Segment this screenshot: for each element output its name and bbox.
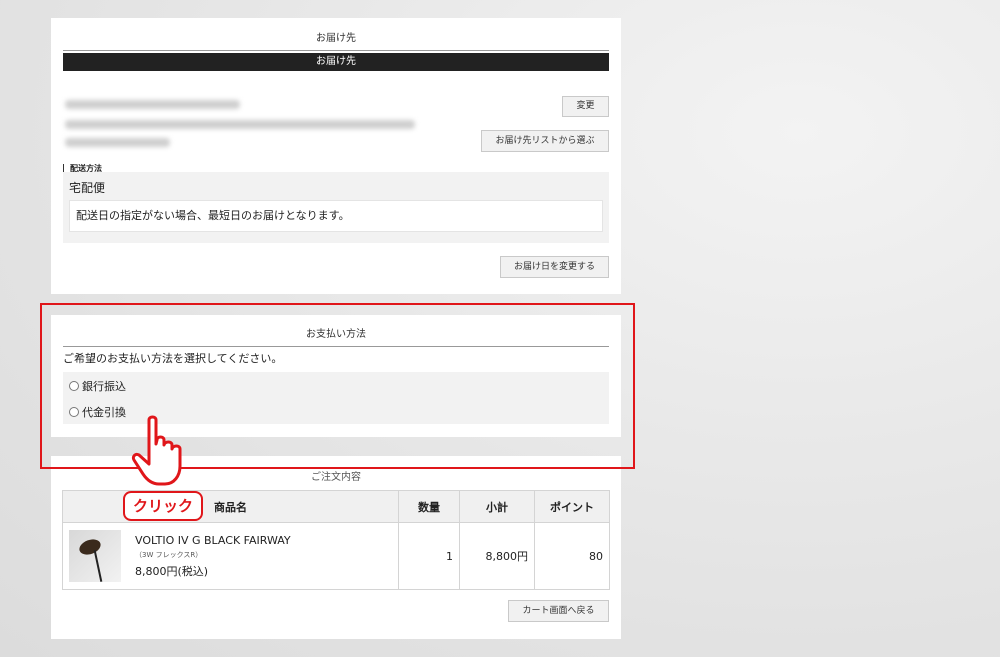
pointing-hand-icon xyxy=(131,415,182,486)
shipping-method-value: 宅配便 xyxy=(69,181,106,195)
payment-section-title: お支払い方法 xyxy=(63,325,609,347)
product-price: 8,800円(税込) xyxy=(135,564,209,578)
payment-option-label: 代金引換 xyxy=(82,406,126,419)
shipping-method-box: 宅配便 配送日の指定がない場合、最短日のお届けとなります。 xyxy=(63,172,609,243)
column-header-subtotal: 小計 xyxy=(459,490,535,523)
choose-address-list-button[interactable]: お届け先リストから選ぶ xyxy=(481,130,609,152)
shipping-note: 配送日の指定がない場合、最短日のお届けとなります。 xyxy=(69,200,603,232)
radio-button[interactable] xyxy=(69,381,79,391)
product-subtotal: 8,800円 xyxy=(459,522,535,590)
golf-club-shaft-icon xyxy=(93,550,103,582)
column-header-points: ポイント xyxy=(534,490,610,523)
radio-button[interactable] xyxy=(69,407,79,417)
product-cell: VOLTIO IV G BLACK FAIRWAY （3W フレックスR） 8,… xyxy=(62,522,399,590)
product-name: VOLTIO IV G BLACK FAIRWAY xyxy=(135,533,291,547)
delivery-header-bar: お届け先 xyxy=(63,53,609,71)
back-to-cart-button[interactable]: カート画面へ戻る xyxy=(508,600,609,622)
payment-prompt: ご希望のお支払い方法を選択してください。 xyxy=(63,352,283,365)
click-annotation-label: クリック xyxy=(123,491,203,521)
column-header-name: 商品名 xyxy=(62,490,399,523)
golf-club-head-icon xyxy=(77,536,103,558)
blurred-recipient-phone xyxy=(65,138,170,147)
column-header-qty: 数量 xyxy=(398,490,460,523)
table-row: VOLTIO IV G BLACK FAIRWAY （3W フレックスR） 8,… xyxy=(62,522,610,590)
blurred-recipient-address xyxy=(65,120,415,129)
product-qty: 1 xyxy=(398,522,460,590)
product-spec: （3W フレックスR） xyxy=(135,550,203,559)
payment-option-label: 銀行振込 xyxy=(82,380,126,393)
delivery-section-title: お届け先 xyxy=(63,29,609,51)
change-address-button[interactable]: 変更 xyxy=(562,96,609,117)
change-delivery-date-button[interactable]: お届け日を変更する xyxy=(500,256,609,278)
blurred-recipient-name xyxy=(65,100,240,109)
product-points: 80 xyxy=(534,522,610,590)
product-thumbnail xyxy=(69,530,121,582)
payment-option-cash-on-delivery[interactable]: 代金引換 xyxy=(69,404,126,420)
payment-option-bank-transfer[interactable]: 銀行振込 xyxy=(69,378,126,394)
delivery-section: お届け先 お届け先 変更 お届け先リストから選ぶ 配送方法 宅配便 配送日の指定… xyxy=(51,18,621,294)
